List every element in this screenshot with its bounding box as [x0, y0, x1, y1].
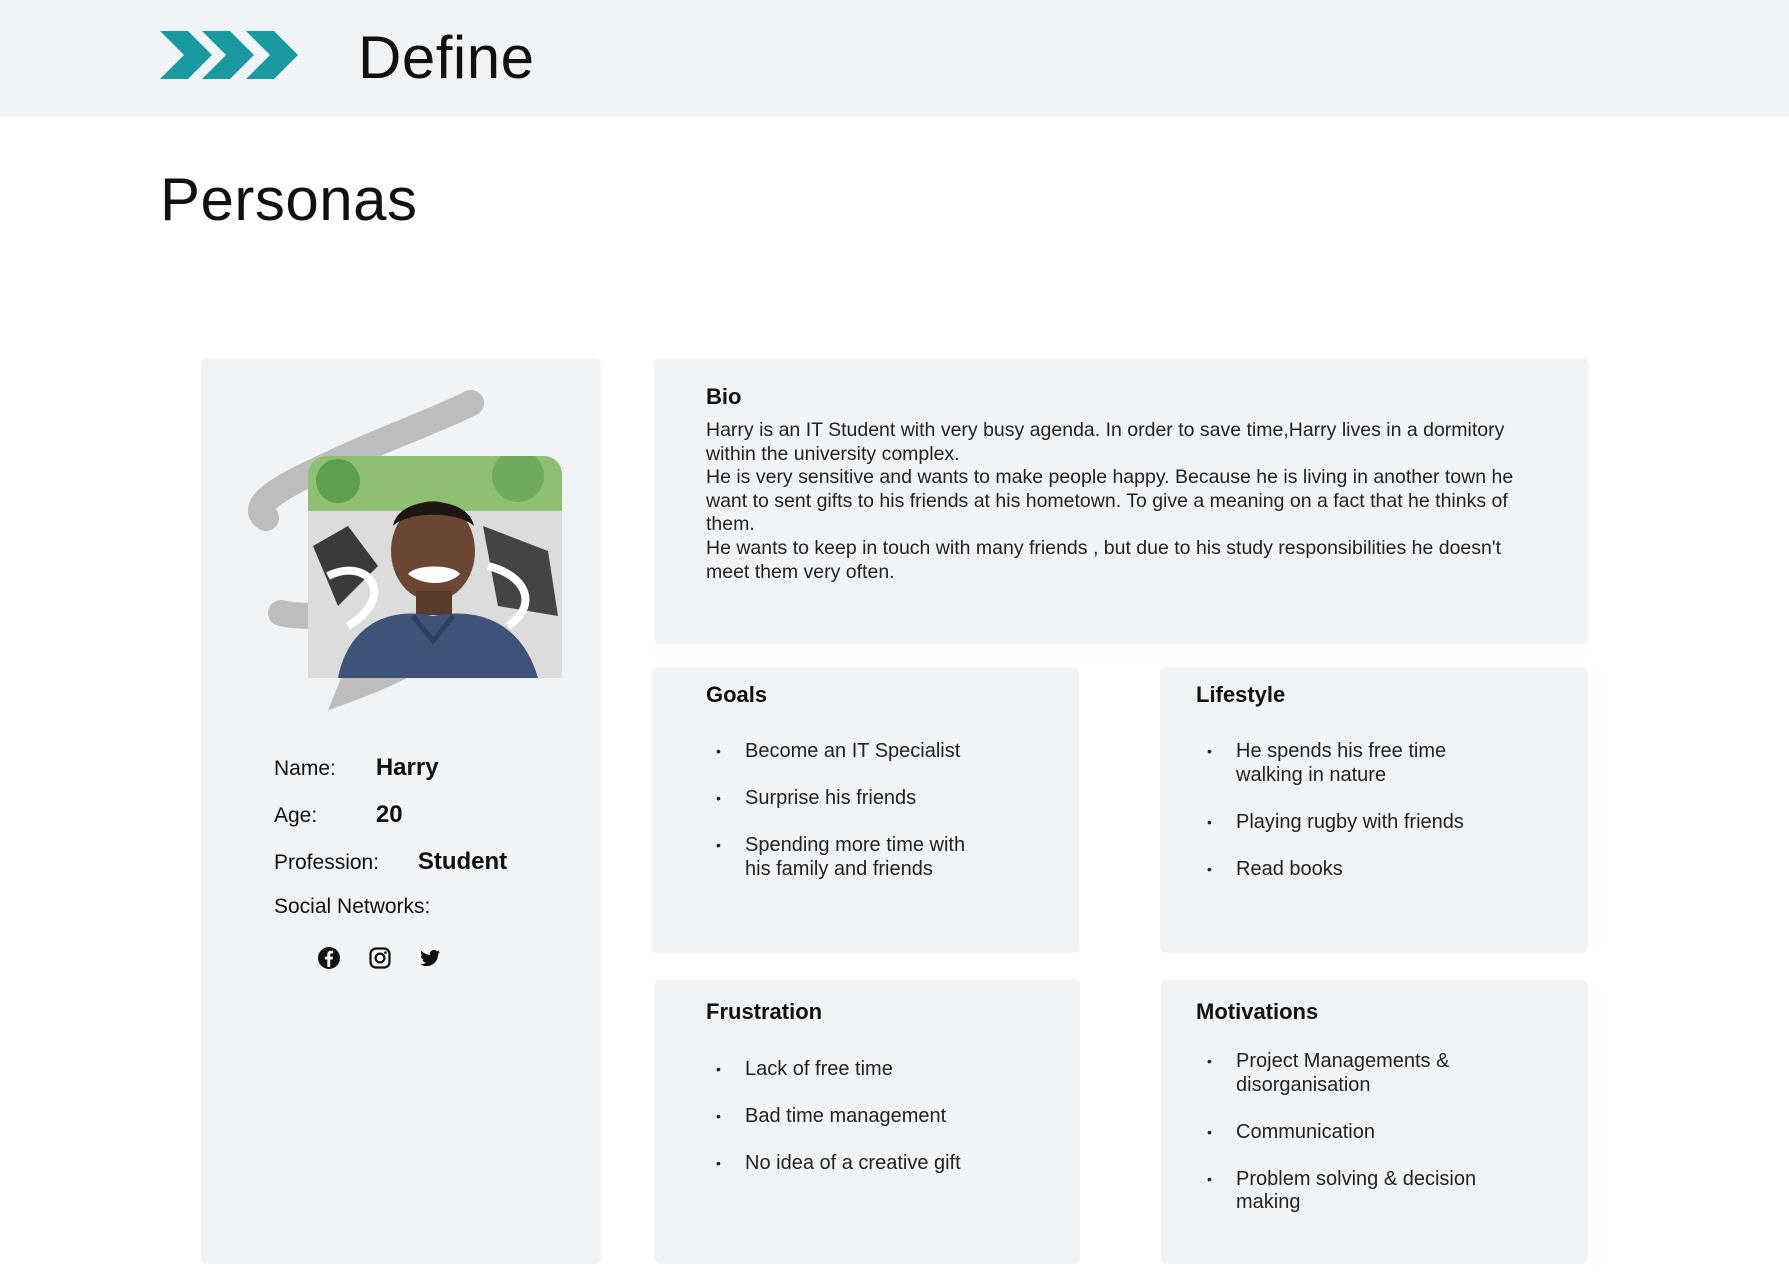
profession-value: Student	[417, 848, 508, 875]
name-label: Name:	[274, 757, 336, 780]
page-header: Define	[0, 0, 1789, 117]
age-value: 20	[375, 801, 403, 828]
name-row: Name: Harry	[274, 754, 439, 782]
profession-row: Profession: Student	[274, 848, 507, 876]
page-title: Personas	[160, 166, 418, 233]
goals-list: Become an IT Specialist Surprise his fri…	[715, 740, 995, 905]
social-label: Social Networks:	[274, 895, 431, 918]
bio-paragraph: He is very sensitive and wants to make p…	[706, 466, 1514, 536]
name-value: Harry	[375, 754, 439, 781]
list-item: Read books	[1206, 858, 1486, 882]
facebook-icon[interactable]	[317, 946, 341, 970]
profession-label: Profession:	[274, 851, 380, 874]
list-item: Problem solving & decision making	[1206, 1168, 1486, 1215]
bio-paragraph: He wants to keep in touch with many frie…	[706, 536, 1501, 583]
list-item: No idea of a creative gift	[715, 1152, 1035, 1176]
persona-photo	[308, 456, 562, 678]
age-label: Age:	[274, 804, 318, 827]
motivations-card: Motivations Project Managements & disorg…	[1161, 980, 1588, 1264]
motivations-title: Motivations	[1196, 999, 1319, 1024]
list-item: Become an IT Specialist	[715, 740, 995, 764]
lifestyle-list: He spends his free time walking in natur…	[1206, 740, 1486, 905]
frustration-card: Frustration Lack of free time Bad time m…	[654, 980, 1080, 1264]
goals-card: Goals Become an IT Specialist Surprise h…	[651, 667, 1079, 953]
instagram-icon[interactable]	[368, 946, 392, 970]
list-item: Surprise his friends	[715, 787, 995, 811]
age-row: Age: 20	[274, 801, 403, 829]
list-item: Lack of free time	[715, 1058, 1035, 1082]
lifestyle-title: Lifestyle	[1196, 682, 1286, 707]
twitter-icon[interactable]	[418, 946, 442, 970]
list-item: Spending more time with his family and f…	[715, 834, 995, 881]
profile-card: Name: Harry Age: 20 Profession: Student …	[201, 358, 601, 1264]
list-item: He spends his free time walking in natur…	[1206, 740, 1486, 787]
motivations-list: Project Managements & disorganisation Co…	[1206, 1050, 1486, 1238]
bio-title: Bio	[706, 384, 742, 409]
frustration-title: Frustration	[706, 999, 823, 1024]
bio-text: Harry is an IT Student with very busy ag…	[706, 419, 1536, 584]
header-title: Define	[358, 24, 535, 91]
avatar	[241, 383, 562, 723]
frustration-list: Lack of free time Bad time management No…	[715, 1058, 1035, 1199]
goals-title: Goals	[706, 682, 768, 707]
bio-card: Bio Harry is an IT Student with very bus…	[654, 358, 1589, 644]
lifestyle-card: Lifestyle He spends his free time walkin…	[1160, 667, 1588, 953]
list-item: Bad time management	[715, 1105, 1035, 1129]
list-item: Communication	[1206, 1121, 1486, 1145]
list-item: Project Managements & disorganisation	[1206, 1050, 1486, 1097]
social-row: Social Networks:	[274, 895, 430, 919]
chevrons-icon	[160, 31, 298, 79]
list-item: Playing rugby with friends	[1206, 811, 1486, 835]
bio-paragraph: Harry is an IT Student with very busy ag…	[706, 419, 1505, 465]
